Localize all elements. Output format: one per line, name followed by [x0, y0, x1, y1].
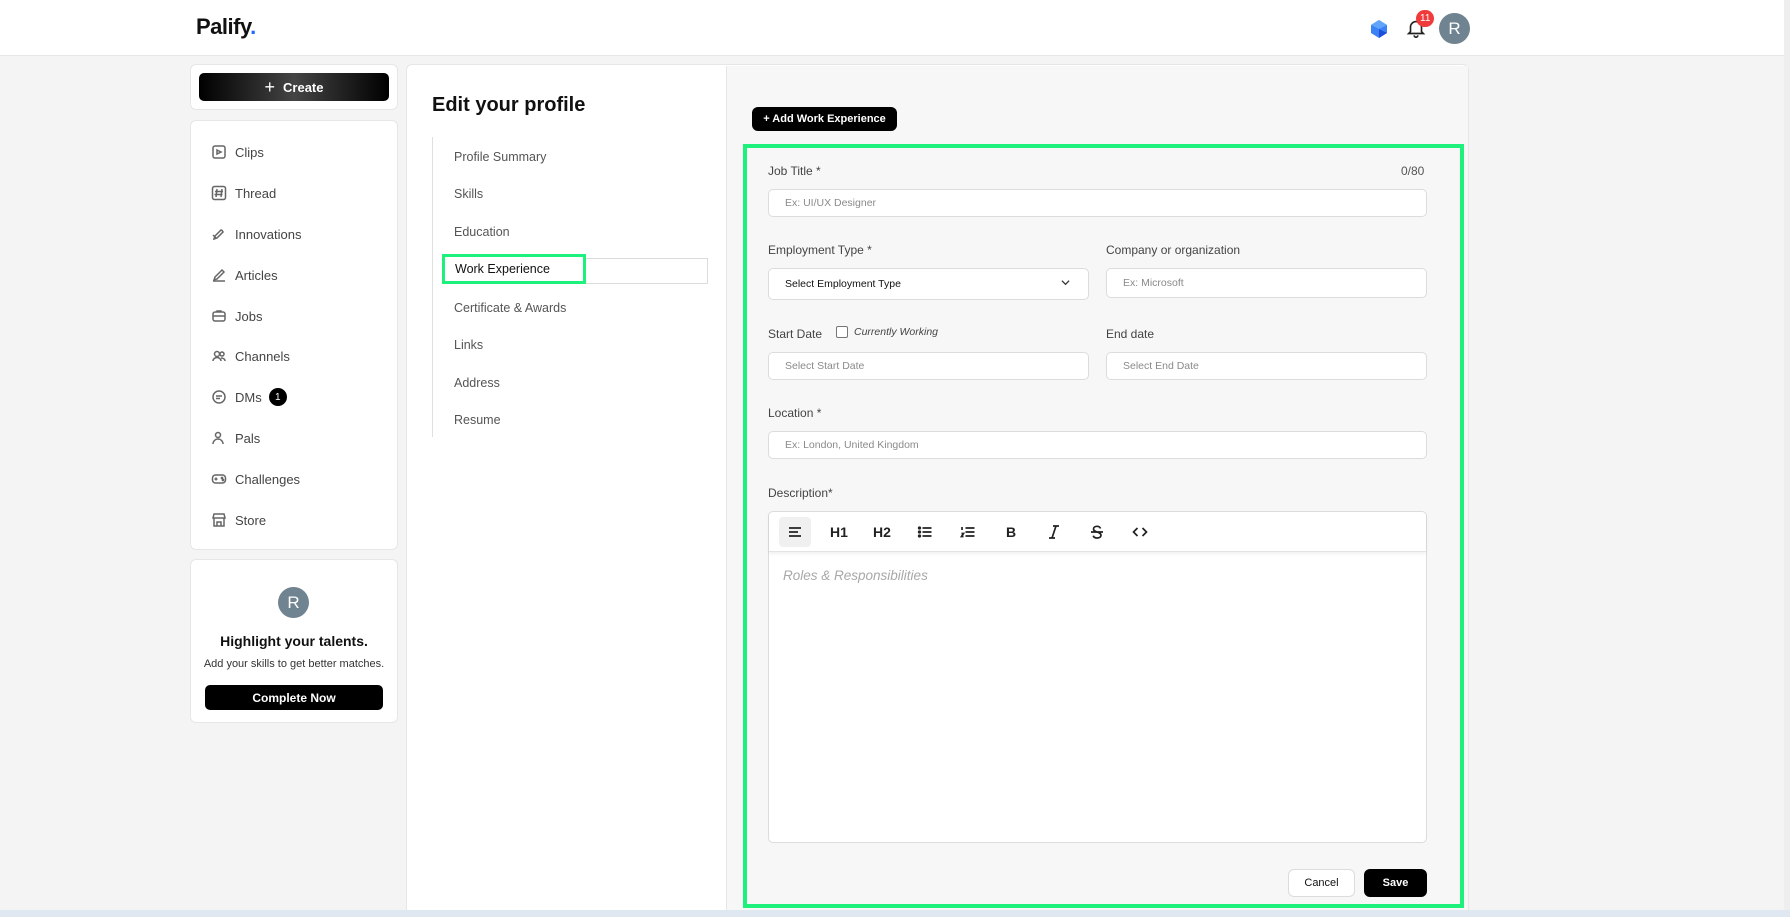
job-title-counter: 0/80	[1401, 164, 1425, 178]
description-label: Description*	[768, 486, 833, 500]
chat-icon	[212, 390, 226, 404]
section-education[interactable]: Education	[454, 225, 510, 239]
section-certificate-awards[interactable]: Certificate & Awards	[454, 301, 566, 315]
complete-now-button[interactable]: Complete Now	[205, 685, 383, 710]
currently-working-label: Currently Working	[854, 326, 939, 338]
page-scrollbar[interactable]	[1784, 0, 1790, 917]
employment-type-label: Employment Type *	[768, 243, 872, 257]
currently-working-checkbox[interactable]	[836, 326, 848, 338]
company-input[interactable]: Ex: Microsoft	[1106, 268, 1427, 298]
briefcase-icon	[212, 310, 226, 322]
sidebar-item-innovations[interactable]: Innovations	[211, 223, 302, 245]
promo-title: Highlight your talents.	[220, 633, 368, 649]
employment-type-select[interactable]: Select Employment Type	[768, 268, 1089, 300]
section-profile-summary[interactable]: Profile Summary	[454, 150, 546, 164]
sidebar-item-store[interactable]: Store	[211, 509, 266, 531]
sidebar-item-clips[interactable]: Clips	[211, 141, 264, 163]
heading2-button[interactable]: H2	[866, 517, 898, 547]
description-editor: H1 H2 B Roles & Responsibilities	[768, 511, 1427, 843]
user-avatar[interactable]: R	[1439, 13, 1470, 44]
sidebar-item-articles[interactable]: Articles	[211, 264, 278, 286]
create-label: Create	[283, 79, 324, 95]
store-icon	[212, 513, 226, 527]
end-date-input[interactable]: Select End Date	[1106, 352, 1427, 380]
align-left-icon	[789, 527, 801, 537]
pencil-icon	[212, 268, 226, 282]
sidebar-item-thread[interactable]: Thread	[211, 182, 276, 204]
location-label: Location *	[768, 406, 822, 420]
code-button[interactable]	[1124, 517, 1156, 547]
sidebar-item-challenges[interactable]: Challenges	[211, 468, 300, 490]
section-work-experience[interactable]: Work Experience	[442, 254, 586, 284]
italic-icon	[1049, 525, 1059, 539]
strikethrough-icon	[1091, 525, 1103, 539]
create-card: + Create	[190, 64, 398, 110]
heading1-button[interactable]: H1	[823, 517, 855, 547]
sidebar-item-channels[interactable]: Channels	[211, 345, 290, 367]
add-work-experience-button[interactable]: + Add Work Experience	[752, 107, 897, 131]
chevron-down-icon	[1061, 280, 1070, 286]
align-left-button[interactable]	[779, 517, 811, 547]
description-textarea[interactable]: Roles & Responsibilities	[783, 568, 928, 583]
pals-icon	[212, 431, 224, 445]
start-date-label: Start Date	[768, 327, 823, 341]
profile-section-nav: Profile Summary Skills Education Work Ex…	[432, 137, 712, 437]
job-title-input[interactable]: Ex: UI/UX Designer	[768, 189, 1427, 217]
users-icon	[212, 350, 226, 362]
page-title: Edit your profile	[432, 94, 586, 116]
sidebar-item-dms[interactable]: DMs 1	[211, 386, 287, 408]
palify-logo[interactable]: Palify.	[196, 14, 256, 40]
cancel-button[interactable]: Cancel	[1288, 869, 1355, 897]
gamepad-icon	[211, 474, 227, 484]
sidebar-item-pals[interactable]: Pals	[211, 427, 260, 449]
numbered-list-button[interactable]	[952, 517, 984, 547]
italic-button[interactable]	[1038, 517, 1070, 547]
bullet-list-icon	[917, 526, 932, 538]
avatar: R	[278, 587, 309, 618]
section-links[interactable]: Links	[454, 338, 483, 352]
notification-count-badge: 11	[1416, 10, 1435, 27]
clips-icon	[212, 145, 226, 159]
sidebar-item-jobs[interactable]: Jobs	[211, 305, 262, 327]
bottom-strip	[0, 910, 1790, 917]
bold-button[interactable]: B	[995, 517, 1027, 547]
top-bar: Palify. 11 R	[0, 0, 1790, 56]
sidebar-nav: Clips Thread Innovations Articles Jobs C…	[190, 120, 398, 550]
job-title-label: Job Title *	[768, 164, 821, 178]
strikethrough-button[interactable]	[1081, 517, 1113, 547]
location-input[interactable]: Ex: London, United Kingdom	[768, 431, 1427, 459]
currently-working-toggle[interactable]: Currently Working	[836, 326, 938, 338]
numbered-list-icon	[960, 527, 975, 538]
editor-toolbar: H1 H2 B	[769, 512, 1426, 552]
end-date-label: End date	[1106, 327, 1155, 341]
dm-count-badge: 1	[268, 388, 287, 406]
employment-type-value: Select Employment Type	[785, 278, 901, 290]
rocket-icon	[212, 229, 224, 241]
code-icon	[1132, 527, 1148, 537]
company-label: Company or organization	[1106, 243, 1241, 257]
section-resume[interactable]: Resume	[454, 413, 501, 427]
plus-icon: +	[264, 77, 276, 97]
section-address[interactable]: Address	[454, 376, 500, 390]
save-button[interactable]: Save	[1364, 869, 1427, 897]
gem-icon[interactable]	[1369, 19, 1389, 39]
promo-card: R Highlight your talents. Add your skill…	[190, 559, 398, 723]
hash-icon	[211, 185, 227, 201]
start-date-input[interactable]: Select Start Date	[768, 352, 1089, 380]
create-button[interactable]: + Create	[199, 73, 389, 101]
bullet-list-button[interactable]	[909, 517, 941, 547]
promo-subtitle: Add your skills to get better matches.	[203, 658, 385, 670]
section-skills[interactable]: Skills	[454, 187, 483, 201]
